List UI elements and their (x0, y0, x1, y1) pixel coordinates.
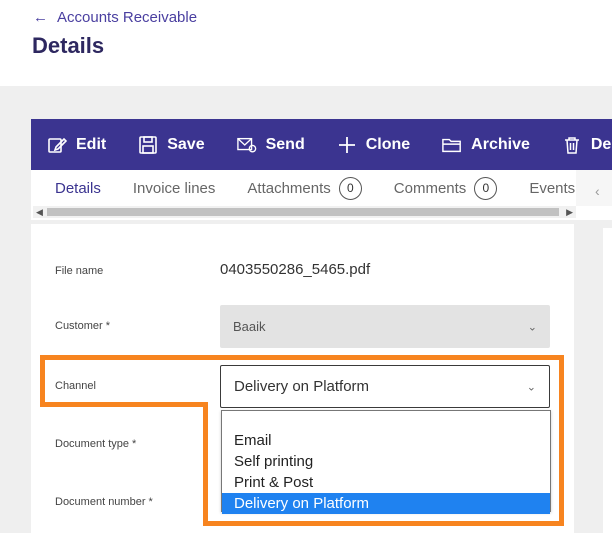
annotation-gap (203, 360, 208, 402)
scroll-left-arrow-icon[interactable]: ◀ (36, 206, 43, 218)
channel-dropdown-list: Email Self printing Print & Post Deliver… (221, 410, 551, 514)
tab-list: Details Invoice lines Attachments 0 Comm… (31, 170, 576, 206)
page-header: ← Accounts Receivable Details (0, 0, 612, 86)
channel-option-email[interactable]: Email (222, 430, 550, 451)
side-panel (603, 228, 612, 533)
chevron-down-icon: ⌄ (527, 321, 537, 333)
tab-comments[interactable]: Comments 0 (393, 176, 498, 200)
document-type-label: Document type * (55, 438, 137, 450)
tab-invoice-lines-label: Invoice lines (132, 179, 216, 197)
document-number-label: Document number * (55, 496, 153, 508)
tab-events[interactable]: Events (529, 180, 575, 197)
file-name-label: File name (55, 265, 104, 277)
tab-comments-label: Comments (393, 179, 467, 197)
chevron-down-icon: ⌄ (526, 381, 536, 393)
send-email-icon (236, 135, 257, 155)
save-button[interactable]: Save (138, 135, 205, 155)
back-link-label: Accounts Receivable (57, 9, 198, 26)
file-name-value: 0403550286_5465.pdf (220, 261, 371, 278)
tab-invoice-lines[interactable]: Invoice lines (133, 180, 216, 197)
customer-select-value: Baaik (233, 319, 266, 334)
save-icon (138, 135, 158, 155)
channel-option-self-printing[interactable]: Self printing (222, 451, 550, 472)
folder-icon (442, 135, 462, 155)
archive-button[interactable]: Archive (442, 135, 530, 155)
tab-attachments[interactable]: Attachments 0 (247, 176, 362, 200)
tab-details-label: Details (55, 179, 101, 197)
send-button[interactable]: Send (236, 135, 305, 155)
back-arrow-icon: ← (33, 9, 48, 26)
customer-select[interactable]: Baaik ⌄ (220, 305, 550, 348)
archive-button-label: Archive (471, 135, 530, 153)
channel-select-value: Delivery on Platform (234, 378, 370, 395)
tab-scroll-left-icon[interactable]: ‹ (595, 183, 600, 199)
customer-label: Customer * (55, 320, 111, 332)
edit-button[interactable]: Edit (47, 135, 106, 155)
page-title: Details (32, 33, 105, 58)
channel-select[interactable]: Delivery on Platform ⌄ (220, 365, 550, 408)
channel-option-print-and-post[interactable]: Print & Post (222, 472, 550, 493)
edit-button-label: Edit (76, 135, 107, 153)
delete-button-label: Delete (590, 135, 612, 153)
horizontal-scrollbar[interactable]: ◀ ▶ (33, 206, 576, 218)
tab-events-label: Events (529, 179, 576, 197)
comments-count-badge: 0 (474, 176, 498, 200)
plus-icon (337, 135, 357, 155)
attachments-count-badge: 0 (338, 176, 362, 200)
tab-attachments-label: Attachments (247, 179, 331, 197)
clone-button-label: Clone (365, 135, 411, 153)
edit-icon (47, 135, 67, 155)
delete-button[interactable]: Delete (562, 135, 612, 155)
scrollbar-thumb[interactable] (47, 208, 559, 216)
channel-label: Channel (55, 380, 96, 392)
action-toolbar: Edit Save Send Clone Archive Delete (31, 119, 612, 170)
send-button-label: Send (265, 135, 305, 153)
channel-option-delivery-on-platform[interactable]: Delivery on Platform (222, 493, 550, 514)
scroll-right-arrow-icon[interactable]: ▶ (566, 206, 573, 218)
trash-icon (562, 135, 582, 155)
tab-scroll-area (576, 170, 612, 206)
tab-details[interactable]: Details (55, 180, 101, 197)
save-button-label: Save (167, 135, 205, 153)
clone-button[interactable]: Clone (337, 135, 410, 155)
back-link[interactable]: ← Accounts Receivable (33, 9, 197, 27)
tabs-bar: Details Invoice lines Attachments 0 Comm… (31, 170, 612, 220)
